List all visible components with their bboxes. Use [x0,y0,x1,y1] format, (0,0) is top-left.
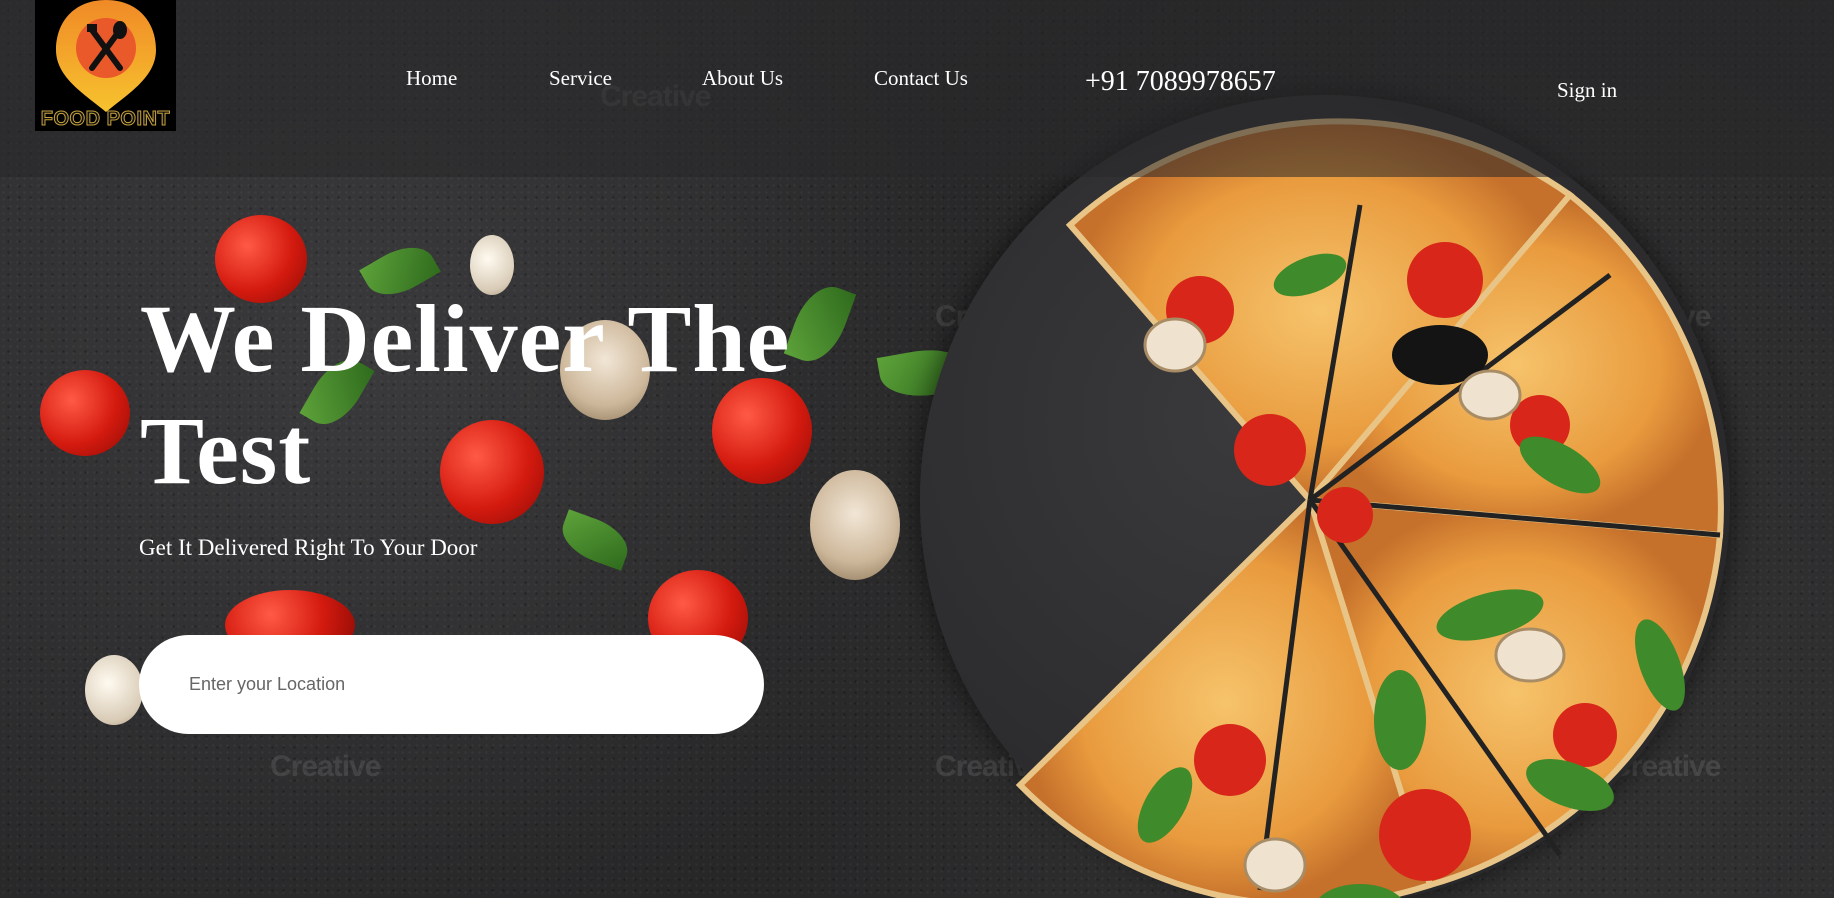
logo[interactable]: FOOD POINT [35,0,176,131]
map-pin-fork-spoon-icon [56,0,156,112]
hero-title: We Deliver The Test [140,285,791,504]
landing-page: Creative Creative Creative Creative Crea… [0,0,1834,898]
tomato-image [40,370,130,456]
nav-service-link[interactable]: Service [549,66,612,91]
nav-home-link[interactable]: Home [406,66,457,91]
garlic-image [85,655,143,725]
top-navbar: FOOD POINT Home Service About Us Contact… [0,0,1834,177]
logo-text: FOOD POINT [40,108,171,131]
sign-in-link[interactable]: Sign in [1557,78,1617,103]
nav-contact-us-link[interactable]: Contact Us [874,66,968,91]
phone-number: +91 7089978657 [1085,66,1276,97]
watermark: Creative [270,750,381,783]
pizza-image [1015,118,1724,898]
location-input[interactable] [139,635,764,734]
hero-subtitle: Get It Delivered Right To Your Door [139,535,478,560]
nav-about-us-link[interactable]: About Us [702,66,783,91]
